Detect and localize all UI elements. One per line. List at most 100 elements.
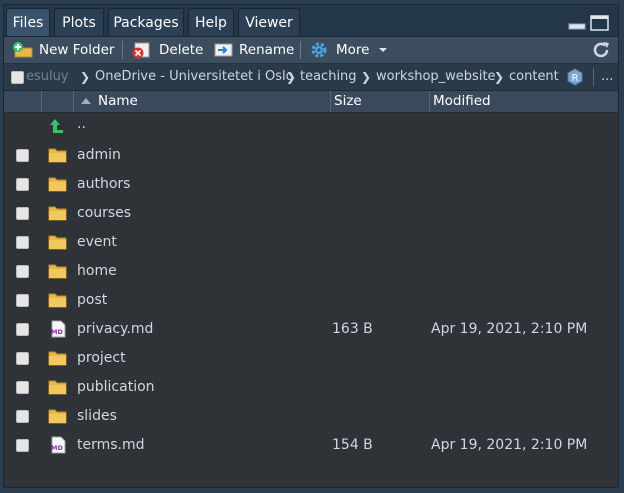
file-row[interactable]: post — [4, 286, 618, 315]
file-row[interactable]: MD terms.md 154 B Apr 19, 2021, 2:10 PM — [4, 431, 618, 460]
toolbar-divider — [122, 41, 123, 59]
svg-text:R: R — [572, 73, 579, 84]
tab-viewer[interactable]: Viewer — [238, 8, 300, 36]
file-name-link[interactable]: courses — [77, 199, 131, 228]
tab-plots[interactable]: Plots — [54, 8, 104, 36]
rename-button[interactable]: Rename — [213, 39, 295, 61]
row-checkbox[interactable] — [16, 149, 29, 162]
file-row[interactable]: project — [4, 344, 618, 373]
row-checkbox[interactable] — [16, 265, 29, 278]
refresh-button[interactable] — [592, 39, 612, 61]
toolbar-divider — [300, 41, 301, 59]
folder-icon — [48, 351, 67, 366]
delete-icon — [132, 42, 150, 59]
new-folder-icon — [13, 42, 33, 58]
row-checkbox[interactable] — [16, 352, 29, 365]
file-name-link[interactable]: privacy.md — [77, 315, 153, 344]
file-name-link[interactable]: post — [77, 286, 107, 315]
row-checkbox[interactable] — [16, 410, 29, 423]
markdown-file-icon: MD — [51, 320, 66, 338]
file-modified: Apr 19, 2021, 2:10 PM — [431, 321, 588, 337]
chevron-right-icon: ❯ — [494, 70, 505, 84]
tab-files[interactable]: Files — [6, 8, 50, 36]
file-size: 163 B — [332, 321, 373, 337]
svg-text:MD: MD — [51, 328, 63, 336]
project-icon[interactable]: R — [566, 68, 584, 90]
parent-directory-label[interactable]: .. — [77, 110, 86, 139]
row-checkbox[interactable] — [16, 178, 29, 191]
rename-label: Rename — [239, 42, 295, 58]
maximize-pane-button[interactable] — [590, 15, 610, 35]
column-label-name: Name — [98, 93, 138, 109]
folder-icon — [48, 380, 67, 395]
file-name-link[interactable]: home — [77, 257, 117, 286]
folder-icon — [48, 293, 67, 308]
breadcrumb-item[interactable]: OneDrive - Universitetet i Oslo — [95, 64, 294, 90]
file-list-header: Name Size Modified — [4, 91, 618, 113]
more-button[interactable]: More — [310, 39, 390, 61]
column-header-modified[interactable]: Modified — [430, 91, 618, 112]
tab-help[interactable]: Help — [188, 8, 234, 36]
folder-icon — [48, 177, 67, 192]
file-name-link[interactable]: slides — [77, 402, 117, 431]
file-modified: Apr 19, 2021, 2:10 PM — [431, 437, 588, 453]
file-name-link[interactable]: project — [77, 344, 126, 373]
breadcrumb-divider — [593, 68, 594, 86]
more-label: More — [336, 42, 370, 58]
files-pane: Files Plots Packages Help Viewer New Fol… — [3, 4, 619, 488]
chevron-down-icon — [379, 48, 387, 52]
file-row[interactable]: admin — [4, 141, 618, 170]
column-header-name[interactable]: Name — [74, 91, 330, 112]
sort-ascending-icon — [81, 98, 91, 104]
new-folder-button[interactable]: New Folder — [12, 39, 120, 61]
row-checkbox[interactable] — [16, 294, 29, 307]
file-row[interactable]: home — [4, 257, 618, 286]
gear-icon — [311, 42, 327, 58]
folder-icon — [48, 235, 67, 250]
file-row[interactable]: MD privacy.md 163 B Apr 19, 2021, 2:10 PM — [4, 315, 618, 344]
file-row[interactable]: slides — [4, 402, 618, 431]
refresh-icon — [593, 42, 609, 58]
minimize-pane-button[interactable] — [568, 15, 586, 35]
overflow-menu-button[interactable]: ... — [601, 64, 613, 90]
minimize-icon — [568, 23, 586, 30]
breadcrumb-item[interactable]: esuluy — [26, 64, 69, 90]
select-all-checkbox[interactable] — [11, 71, 24, 84]
file-name-link[interactable]: authors — [77, 170, 130, 199]
folder-icon — [48, 264, 67, 279]
chevron-right-icon: ❯ — [80, 70, 91, 84]
file-row[interactable]: courses — [4, 199, 618, 228]
row-checkbox[interactable] — [16, 207, 29, 220]
row-checkbox[interactable] — [16, 236, 29, 249]
row-checkbox[interactable] — [16, 323, 29, 336]
folder-icon — [48, 148, 67, 163]
delete-button[interactable]: Delete — [131, 39, 203, 61]
file-row[interactable]: authors — [4, 170, 618, 199]
file-row[interactable]: publication — [4, 373, 618, 402]
tab-packages[interactable]: Packages — [108, 8, 184, 36]
column-header-size[interactable]: Size — [331, 91, 429, 112]
new-folder-label: New Folder — [39, 42, 115, 58]
chevron-right-icon: ❯ — [286, 70, 297, 84]
r-project-icon: R — [567, 68, 583, 86]
parent-directory-row[interactable]: .. — [4, 112, 618, 141]
folder-icon — [48, 409, 67, 424]
file-size: 154 B — [332, 437, 373, 453]
file-name-link[interactable]: terms.md — [77, 431, 145, 460]
svg-text:MD: MD — [51, 444, 63, 452]
breadcrumb-item[interactable]: teaching — [300, 64, 357, 90]
file-name-link[interactable]: publication — [77, 373, 155, 402]
parent-directory-icon — [50, 119, 63, 133]
breadcrumb-item[interactable]: workshop_website — [376, 64, 496, 90]
file-name-link[interactable]: admin — [77, 141, 121, 170]
row-checkbox[interactable] — [16, 381, 29, 394]
file-row[interactable]: event — [4, 228, 618, 257]
breadcrumb: esuluy ❯ OneDrive - Universitetet i Oslo… — [4, 64, 618, 91]
breadcrumb-item-current[interactable]: content — [509, 64, 559, 90]
rename-icon — [214, 43, 233, 57]
folder-icon — [48, 206, 67, 221]
column-divider — [41, 91, 42, 112]
file-name-link[interactable]: event — [77, 228, 117, 257]
row-checkbox[interactable] — [16, 439, 29, 452]
markdown-file-icon: MD — [51, 436, 66, 454]
